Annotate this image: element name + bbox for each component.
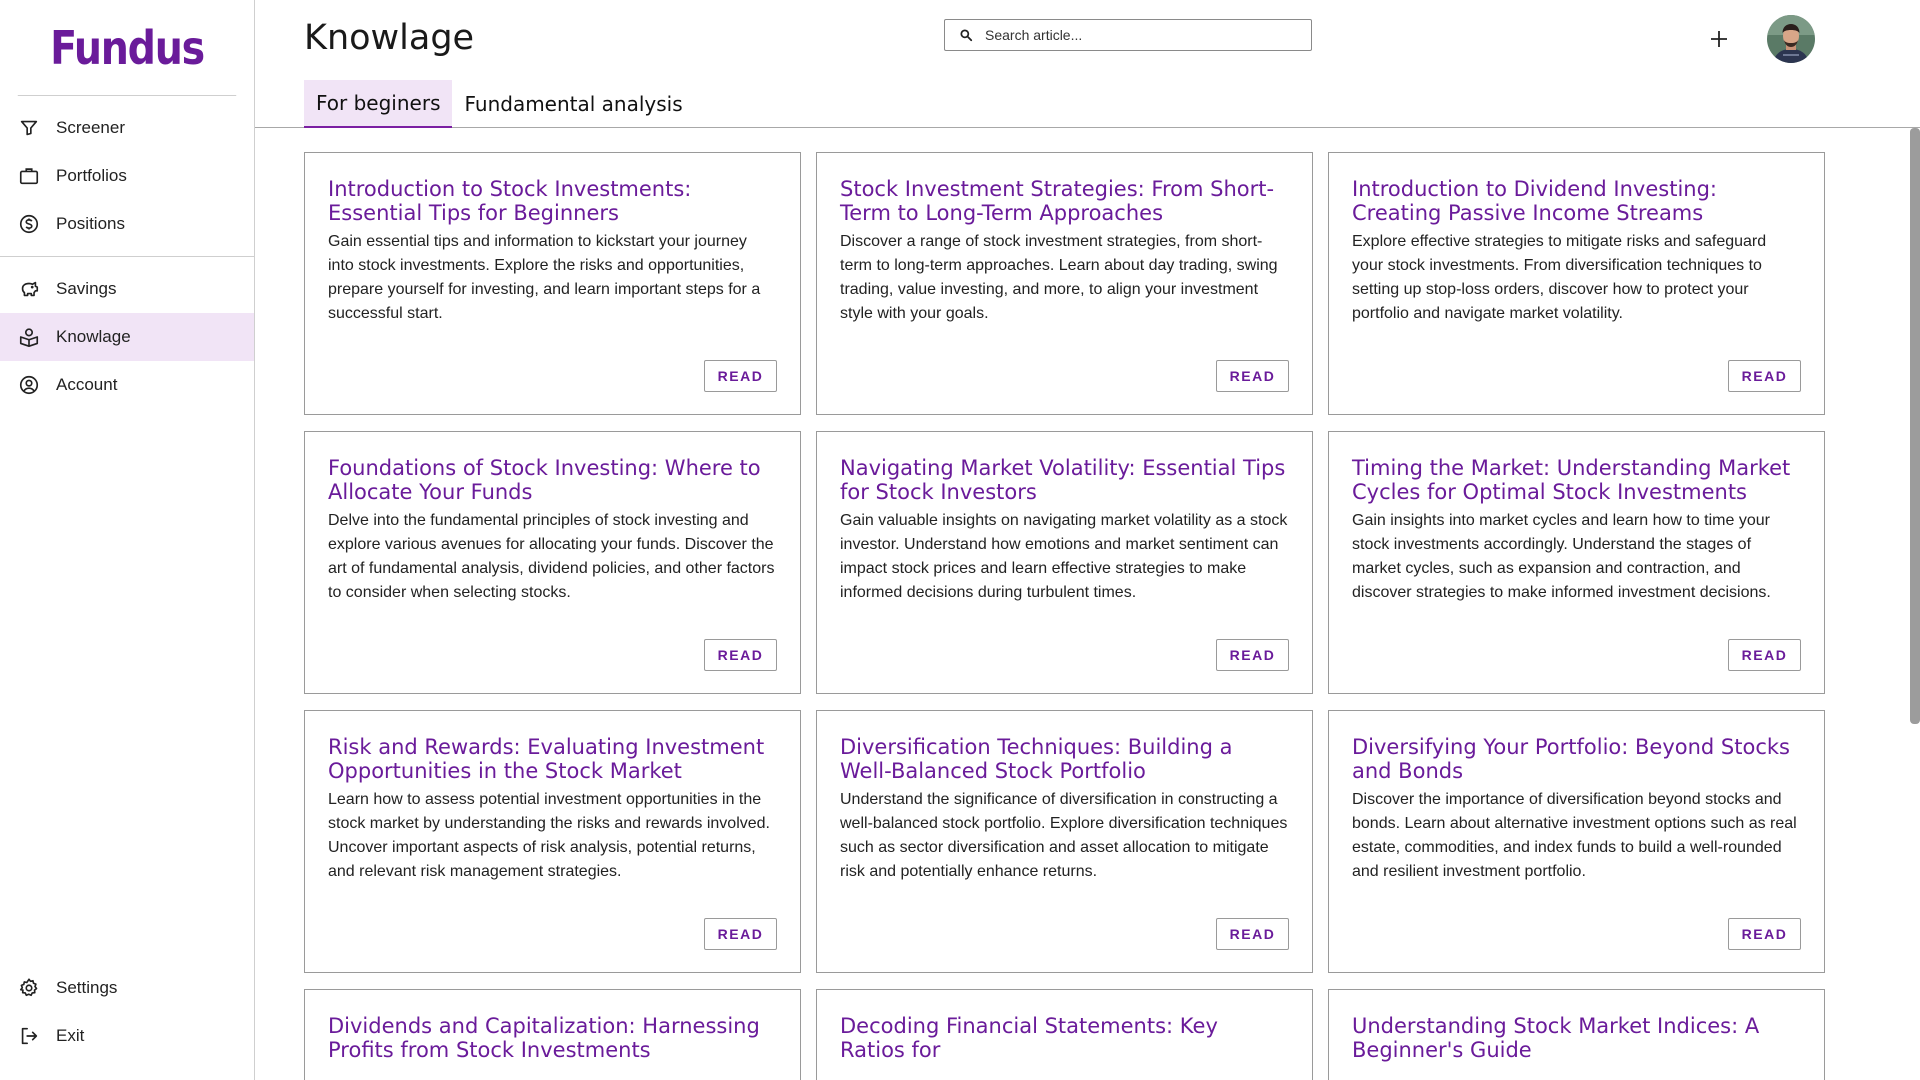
article-card: Understanding Stock Market Indices: A Be… bbox=[1328, 989, 1825, 1080]
article-card: Dividends and Capitalization: Harnessing… bbox=[304, 989, 801, 1080]
read-button[interactable]: READ bbox=[1728, 639, 1801, 671]
article-title[interactable]: Diversifying Your Portfolio: Beyond Stoc… bbox=[1352, 735, 1801, 783]
article-card: Introduction to Dividend Investing: Crea… bbox=[1328, 152, 1825, 415]
read-button[interactable]: READ bbox=[1216, 639, 1289, 671]
article-card: Stock Investment Strategies: From Short-… bbox=[816, 152, 1313, 415]
article-title[interactable]: Foundations of Stock Investing: Where to… bbox=[328, 456, 777, 504]
sidebar-item-settings[interactable]: Settings bbox=[0, 964, 254, 1012]
search-box[interactable] bbox=[944, 19, 1312, 51]
article-title[interactable]: Decoding Financial Statements: Key Ratio… bbox=[840, 1014, 1289, 1062]
sidebar-item-savings[interactable]: Savings bbox=[0, 265, 254, 313]
article-card: Introduction to Stock Investments: Essen… bbox=[304, 152, 801, 415]
article-description: Understand the significance of diversifi… bbox=[840, 791, 1288, 880]
sidebar-item-account[interactable]: Account bbox=[0, 361, 254, 409]
read-button[interactable]: READ bbox=[704, 360, 777, 392]
filter-icon bbox=[18, 117, 40, 139]
sidebar-item-portfolios[interactable]: Portfolios bbox=[0, 152, 254, 200]
article-card: Risk and Rewards: Evaluating Investment … bbox=[304, 710, 801, 973]
article-card: Diversification Techniques: Building a W… bbox=[816, 710, 1313, 973]
article-title[interactable]: Timing the Market: Understanding Market … bbox=[1352, 456, 1801, 504]
article-column-1: Introduction to Stock Investments: Essen… bbox=[304, 152, 801, 1080]
article-description: Discover a range of stock investment str… bbox=[840, 233, 1278, 322]
article-card: Decoding Financial Statements: Key Ratio… bbox=[816, 989, 1313, 1080]
article-description: Explore effective strategies to mitigate… bbox=[1352, 233, 1767, 322]
article-card: Diversifying Your Portfolio: Beyond Stoc… bbox=[1328, 710, 1825, 973]
exit-icon bbox=[18, 1025, 40, 1047]
read-button[interactable]: READ bbox=[1728, 360, 1801, 392]
tab-for-beginers[interactable]: For beginers bbox=[304, 80, 453, 128]
sidebar-item-label: Settings bbox=[56, 978, 118, 997]
article-card: Timing the Market: Understanding Market … bbox=[1328, 431, 1825, 694]
article-title[interactable]: Introduction to Dividend Investing: Crea… bbox=[1352, 177, 1801, 225]
knowledge-icon bbox=[18, 326, 40, 348]
page-header: Knowlage For beginers Fundamental analys… bbox=[255, 0, 1920, 128]
read-button[interactable]: READ bbox=[704, 918, 777, 950]
sidebar-item-positions[interactable]: Positions bbox=[0, 200, 254, 248]
sidebar: Fundus Screener Portfolios Positions Sav… bbox=[0, 0, 255, 1080]
read-button[interactable]: READ bbox=[1728, 918, 1801, 950]
sidebar-item-label: Knowlage bbox=[56, 327, 131, 346]
app-logo[interactable]: Fundus bbox=[17, 0, 237, 96]
article-title[interactable]: Risk and Rewards: Evaluating Investment … bbox=[328, 735, 777, 783]
piggy-bank-icon bbox=[18, 278, 40, 300]
dollar-circle-icon bbox=[18, 213, 40, 235]
sidebar-item-label: Positions bbox=[56, 214, 125, 233]
tab-fundamental-analysis[interactable]: Fundamental analysis bbox=[452, 80, 694, 128]
sidebar-item-label: Savings bbox=[56, 279, 117, 298]
sidebar-item-label: Portfolios bbox=[56, 166, 127, 185]
article-title[interactable]: Introduction to Stock Investments: Essen… bbox=[328, 177, 777, 225]
user-circle-icon bbox=[18, 374, 40, 396]
article-description: Gain valuable insights on navigating mar… bbox=[840, 512, 1288, 601]
article-card: Foundations of Stock Investing: Where to… bbox=[304, 431, 801, 694]
article-description: Gain essential tips and information to k… bbox=[328, 233, 761, 322]
sidebar-bottom-group: Settings Exit bbox=[0, 964, 254, 1060]
sidebar-item-label: Exit bbox=[56, 1026, 85, 1045]
article-card: Navigating Market Volatility: Essential … bbox=[816, 431, 1313, 694]
read-button[interactable]: READ bbox=[1216, 360, 1289, 392]
sidebar-item-label: Screener bbox=[56, 118, 125, 137]
avatar[interactable] bbox=[1767, 15, 1815, 63]
article-column-3: Introduction to Dividend Investing: Crea… bbox=[1328, 152, 1825, 1080]
article-title[interactable]: Dividends and Capitalization: Harnessing… bbox=[328, 1014, 777, 1062]
sidebar-item-knowlage[interactable]: Knowlage bbox=[0, 313, 254, 361]
article-title[interactable]: Stock Investment Strategies: From Short-… bbox=[840, 177, 1289, 225]
sidebar-item-screener[interactable]: Screener bbox=[0, 104, 254, 152]
read-button[interactable]: READ bbox=[704, 639, 777, 671]
sidebar-item-label: Account bbox=[56, 375, 118, 394]
article-description: Gain insights into market cycles and lea… bbox=[1352, 512, 1771, 601]
tab-bar: For beginers Fundamental analysis bbox=[304, 80, 695, 128]
plus-icon bbox=[1710, 30, 1728, 48]
article-title[interactable]: Understanding Stock Market Indices: A Be… bbox=[1352, 1014, 1801, 1062]
article-description: Learn how to assess potential investment… bbox=[328, 791, 770, 880]
sidebar-main-group: Screener Portfolios Positions bbox=[0, 96, 254, 257]
search-input[interactable] bbox=[983, 26, 1287, 44]
article-title[interactable]: Diversification Techniques: Building a W… bbox=[840, 735, 1289, 783]
article-grid: Introduction to Stock Investments: Essen… bbox=[255, 128, 1920, 1080]
search-icon bbox=[959, 28, 983, 42]
sidebar-secondary-group: Savings Knowlage Account bbox=[0, 257, 254, 417]
article-description: Delve into the fundamental principles of… bbox=[328, 512, 775, 601]
article-column-2: Stock Investment Strategies: From Short-… bbox=[816, 152, 1313, 1080]
article-description: Discover the importance of diversificati… bbox=[1352, 791, 1797, 880]
page-title: Knowlage bbox=[304, 18, 475, 58]
briefcase-icon bbox=[18, 165, 40, 187]
article-title[interactable]: Navigating Market Volatility: Essential … bbox=[840, 456, 1289, 504]
read-button[interactable]: READ bbox=[1216, 918, 1289, 950]
add-button[interactable] bbox=[1704, 24, 1734, 54]
scrollbar-thumb[interactable] bbox=[1910, 128, 1920, 724]
sidebar-item-exit[interactable]: Exit bbox=[0, 1012, 254, 1060]
gear-icon bbox=[18, 977, 40, 999]
